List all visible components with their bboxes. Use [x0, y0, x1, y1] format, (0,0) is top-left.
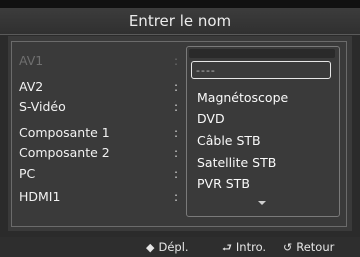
separator: : [174, 126, 179, 140]
updown-arrows-icon: ◆ [146, 241, 155, 254]
enter-icon: ⮐ [222, 241, 232, 254]
scroll-down-icon[interactable] [258, 201, 266, 205]
dropdown-option-vcr[interactable]: Magnétoscope [197, 88, 288, 108]
name-dropdown[interactable]: ---- Magnétoscope DVD Câble STB Satellit… [186, 46, 340, 217]
separator: : [174, 190, 179, 204]
source-item-hdmi1[interactable]: HDMI1 [19, 187, 60, 207]
separator: : [174, 100, 179, 114]
move-hint[interactable]: ◆ Dépl. [146, 237, 189, 257]
dropdown-option-pvr-stb[interactable]: PVR STB [197, 174, 250, 194]
page-title: Entrer le nom [0, 8, 360, 35]
source-item-av2[interactable]: AV2 [19, 77, 43, 97]
return-icon: ↺ [283, 241, 293, 254]
top-strip [0, 0, 360, 8]
tv-osd-screen: Entrer le nom AV1 : AV2 : S-Vidéo : Comp… [0, 0, 360, 257]
separator: : [174, 146, 179, 160]
source-item-component-2[interactable]: Composante 2 [19, 143, 110, 163]
separator: : [174, 54, 179, 68]
source-item-component-1[interactable]: Composante 1 [19, 123, 110, 143]
dropdown-header [189, 49, 335, 58]
dropdown-option-satellite-stb[interactable]: Satellite STB [197, 153, 276, 173]
dropdown-option-dvd[interactable]: DVD [197, 109, 225, 129]
source-item-s-video[interactable]: S-Vidéo [19, 97, 66, 117]
source-item-av1[interactable]: AV1 [19, 51, 43, 71]
move-label: Dépl. [158, 240, 189, 254]
source-item-pc[interactable]: PC [19, 164, 35, 184]
return-label: Retour [296, 240, 335, 254]
dropdown-option-cable-stb[interactable]: Câble STB [197, 131, 261, 151]
separator: : [174, 167, 179, 181]
dropdown-selected-value[interactable]: ---- [191, 61, 331, 79]
enter-label: Intro. [235, 240, 267, 254]
separator: : [174, 80, 179, 94]
enter-hint[interactable]: ⮐ Intro. [222, 237, 266, 257]
return-hint[interactable]: ↺ Retour [283, 237, 334, 257]
footer-hints: ◆ Dépl. ⮐ Intro. ↺ Retour [0, 237, 360, 257]
source-list-panel: AV1 : AV2 : S-Vidéo : Composante 1 : Com… [8, 36, 352, 231]
